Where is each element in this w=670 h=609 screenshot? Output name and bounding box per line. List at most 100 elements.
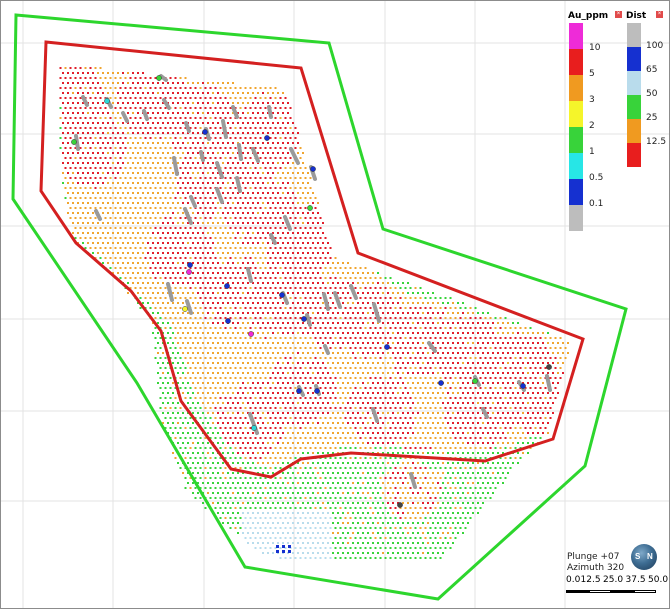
block-point: [279, 157, 282, 159]
block-point: [117, 192, 119, 194]
block-point: [179, 257, 182, 259]
block-point: [369, 307, 372, 309]
block-point: [164, 397, 167, 399]
block-point: [142, 232, 144, 234]
block-point: [354, 407, 357, 409]
block-point: [389, 407, 392, 409]
block-point: [209, 297, 212, 299]
block-point: [189, 467, 192, 469]
block-point: [262, 362, 264, 364]
block-point: [304, 307, 307, 309]
block-point: [489, 437, 492, 439]
block-point: [287, 312, 289, 314]
block-point: [117, 132, 119, 134]
block-point: [224, 97, 227, 99]
block-point: [232, 402, 234, 404]
block-point: [362, 472, 364, 474]
block-point: [394, 447, 397, 449]
block-point: [177, 282, 179, 284]
block-point: [174, 217, 177, 219]
block-point: [94, 157, 97, 159]
block-point: [384, 327, 387, 329]
block-point: [299, 307, 302, 309]
block-point: [479, 377, 482, 379]
block-point: [429, 467, 432, 469]
block-point: [422, 412, 424, 414]
block-point: [207, 152, 209, 154]
block-point: [192, 112, 194, 114]
block-point: [434, 427, 437, 429]
map-viewport[interactable]: Au_ppm × 10 5 3 2 1 0.5 0.1 Dist × 100 65 50 25 12…: [0, 0, 670, 609]
block-point: [392, 382, 394, 384]
block-point: [474, 437, 477, 439]
block-point: [254, 457, 257, 459]
block-point: [227, 422, 229, 424]
block-point: [327, 412, 329, 414]
block-point: [287, 442, 289, 444]
block-point: [227, 162, 229, 164]
block-point: [229, 257, 232, 259]
block-point: [112, 252, 114, 254]
block-point: [139, 87, 142, 89]
block-point: [124, 107, 127, 109]
block-point: [264, 107, 267, 109]
block-point: [184, 117, 187, 119]
block-point: [419, 377, 422, 379]
block-point: [392, 462, 394, 464]
block-point: [134, 257, 137, 259]
block-point: [147, 262, 149, 264]
block-point: [354, 277, 357, 279]
block-point: [84, 217, 87, 219]
block-point: [357, 392, 359, 394]
block-point: [59, 77, 62, 79]
block-point: [229, 217, 232, 219]
block-point: [267, 382, 269, 384]
block-point: [199, 127, 202, 129]
block-point: [524, 377, 527, 379]
block-point: [272, 352, 274, 354]
block-point: [232, 272, 234, 274]
block-point: [517, 322, 519, 324]
block-point: [79, 197, 82, 199]
block-point: [277, 272, 279, 274]
block-point: [234, 437, 237, 439]
block-point: [519, 357, 522, 359]
block-point: [439, 347, 442, 349]
block-point: [212, 132, 214, 134]
block-point: [174, 177, 177, 179]
block-point: [152, 152, 154, 154]
block-point: [297, 422, 299, 424]
block-point: [237, 352, 239, 354]
block-point: [187, 112, 189, 114]
block-point: [452, 392, 454, 394]
block-point: [287, 252, 289, 254]
block-point: [547, 432, 549, 434]
block-point: [344, 477, 347, 479]
block-point: [424, 357, 427, 359]
block-point: [159, 347, 162, 349]
block-point: [234, 207, 237, 209]
block-point: [362, 422, 364, 424]
block-point: [134, 127, 137, 129]
block-point: [227, 352, 229, 354]
block-point: [84, 117, 87, 119]
block-point: [74, 77, 77, 79]
block-point: [447, 362, 449, 364]
block-point: [512, 372, 514, 374]
block-point: [382, 302, 384, 304]
block-point: [254, 237, 257, 239]
block-point: [314, 257, 317, 259]
block-point: [352, 412, 354, 414]
block-point: [367, 272, 369, 274]
block-point: [222, 242, 224, 244]
block-point: [92, 202, 94, 204]
block-point: [124, 187, 127, 189]
block-point: [422, 422, 424, 424]
block-point: [269, 127, 272, 129]
block-point: [537, 362, 539, 364]
block-point: [162, 282, 164, 284]
block-point: [327, 282, 329, 284]
block-point: [489, 337, 492, 339]
block-point: [152, 182, 154, 184]
block-point: [184, 167, 187, 169]
